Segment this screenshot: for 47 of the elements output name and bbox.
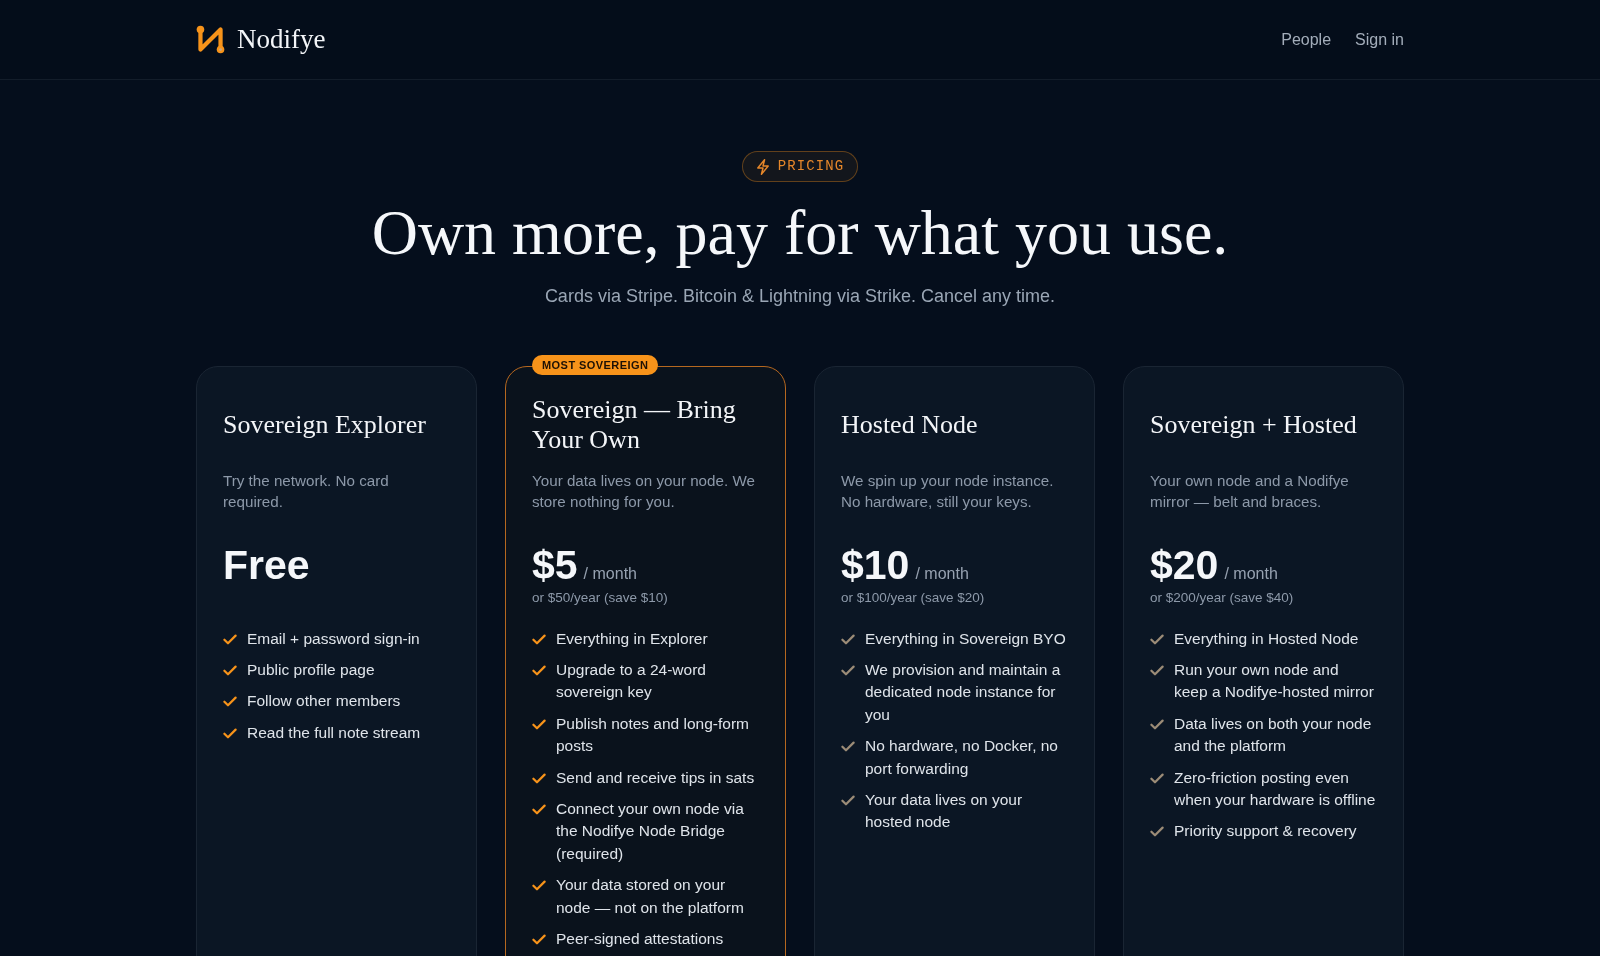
logo-icon [196, 25, 225, 54]
brand-link[interactable]: Nodifye [196, 19, 326, 60]
feature-text: Everything in Explorer [556, 628, 708, 649]
plan-description: Your data lives on your node. We store nothing for you. [532, 470, 756, 513]
feature-text: Email + password sign-in [247, 628, 420, 649]
page-heading: Own more, pay for what you use. [371, 196, 1229, 270]
plan-title: Sovereign — Bring Your Own [532, 394, 737, 455]
plan-price: $5 [532, 544, 578, 586]
plan-description: Try the network. No card required. [223, 470, 390, 513]
plan-description: Your own node and a Nodifye mirror — belt and braces. [1150, 470, 1350, 513]
feature-text: No hardware, no Docker, no port forwarding [865, 736, 1059, 779]
feature-text: Public profile page [247, 660, 375, 680]
feature-text: Everything in Hosted Node [1174, 628, 1359, 649]
yearly-price: or $50/year (save $10) [532, 588, 669, 607]
feature-text: Publish notes and long-form posts [556, 713, 750, 757]
feature-text: Your data stored on your node — not on the platform [556, 875, 745, 918]
plan-title: Hosted Node [841, 409, 978, 440]
feature-text: Run your own node and keep a Nodifye-hosted mirror [1174, 660, 1375, 703]
yearly-price: or $100/year (save $20) [841, 588, 986, 607]
feature-text: Upgrade to a 24-word sovereign key [556, 660, 707, 703]
feature-text: Priority support & recovery [1174, 821, 1357, 842]
price-period: / month [583, 563, 637, 584]
feature-text: Everything in Sovereign BYO [865, 628, 1066, 649]
feature-text: Data lives on both your node and the platform [1174, 713, 1373, 757]
page-subtitle: Cards via Stripe. Bitcoin & Lightning via Strike. Cancel any time. [544, 284, 1056, 308]
lightning-icon [755, 158, 770, 175]
plan-price: Free [223, 544, 310, 586]
feature-text: We provision and maintain a dedicated node instance for you [865, 660, 1062, 725]
feature-text: Peer-signed attestations [556, 929, 724, 950]
price-period: / month [915, 563, 969, 584]
feature-text: Send and receive tips in sats [556, 767, 755, 788]
plan-ribbon: MOST SOVEREIGN [532, 354, 659, 375]
plan-description: We spin up your node instance. No hardware, still your keys. [841, 470, 1055, 513]
feature-text: Connect your own node via the Nodifye Node Bridge (required) [556, 799, 745, 864]
plan-title: Sovereign Explorer [223, 409, 426, 440]
nav-link[interactable]: People [1281, 27, 1332, 52]
plan-title: Sovereign + Hosted [1150, 409, 1357, 440]
eyebrow-text: PRICING [777, 157, 845, 176]
yearly-price: or $200/year (save $40) [1150, 588, 1295, 607]
price-period: / month [1224, 563, 1278, 584]
feature-text: Follow other members [247, 691, 401, 712]
nav-link[interactable]: Sign in [1355, 27, 1404, 52]
feature-text: Read the full note stream [247, 722, 421, 743]
plan-price: $10 [841, 544, 910, 586]
feature-text: Your data lives on your hosted node [865, 790, 1024, 833]
plan-price: $20 [1150, 544, 1219, 586]
feature-text: Zero-friction posting even when your hardware is offline [1174, 767, 1376, 811]
